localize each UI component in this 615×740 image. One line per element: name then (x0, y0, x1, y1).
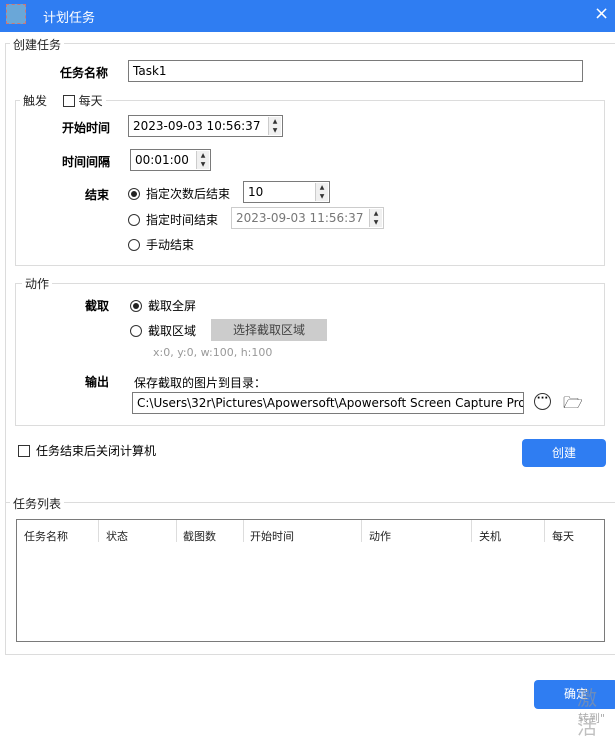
tasklist-legend: 任务列表 (10, 495, 65, 512)
end-manual-option[interactable]: 手动结束 (128, 236, 194, 253)
end-time-radio[interactable] (128, 213, 140, 226)
end-count-label: 指定次数后结束 (146, 187, 231, 201)
create-button[interactable]: 创建 (522, 439, 606, 467)
output-path-input[interactable]: C:\Users\32r\Pictures\Apowersoft\Apowers… (132, 392, 524, 414)
start-time-label: 开始时间 (62, 121, 111, 135)
interval-value: 00:01:00 (135, 153, 189, 167)
select-region-button[interactable]: 选择截取区域 (211, 319, 327, 341)
end-time-input: 2023-09-03 11:56:37 ▲ ▼ (231, 207, 384, 229)
shutdown-label: 任务结束后关闭计算机 (36, 444, 157, 458)
end-time-spinner: ▲ ▼ (369, 209, 382, 227)
capture-label: 截取 (85, 299, 110, 313)
region-radio[interactable] (130, 324, 142, 337)
close-button[interactable]: × (594, 3, 609, 24)
column-header-action[interactable]: 动作 (369, 528, 391, 544)
title-bar: 计划任务 × (0, 0, 615, 32)
end-count-spinner[interactable]: ▲ ▼ (315, 183, 328, 201)
region-option[interactable]: 截取区域 (130, 322, 196, 339)
activation-watermark-sub: 转到" (578, 712, 606, 725)
column-header-name[interactable]: 任务名称 (24, 528, 68, 544)
column-separator (471, 520, 472, 542)
fullscreen-label: 截取全屏 (148, 299, 197, 313)
end-time-label: 指定时间结束 (146, 213, 219, 227)
daily-label: 每天 (78, 94, 103, 108)
trigger-legend: 触发 每天 (20, 92, 106, 109)
interval-spinner[interactable]: ▲ ▼ (196, 151, 209, 169)
end-count-input[interactable]: 10 ▲ ▼ (243, 181, 330, 203)
column-separator (98, 520, 99, 542)
start-time-spinner[interactable]: ▲ ▼ (268, 117, 281, 135)
column-header-status[interactable]: 状态 (106, 528, 128, 544)
column-header-shutdown[interactable]: 关机 (479, 528, 501, 544)
action-legend: 动作 (22, 275, 53, 292)
end-count-radio[interactable] (128, 187, 140, 200)
interval-label: 时间间隔 (62, 155, 111, 169)
end-count-option[interactable]: 指定次数后结束 (128, 185, 230, 202)
start-time-input[interactable]: 2023-09-03 10:56:37 ▲ ▼ (128, 115, 283, 137)
app-icon (6, 4, 26, 24)
end-manual-label: 手动结束 (146, 238, 195, 252)
end-manual-radio[interactable] (128, 238, 140, 251)
more-options-icon[interactable]: ··· (534, 393, 551, 410)
trigger-label: 触发 (23, 94, 48, 108)
column-separator (361, 520, 362, 542)
column-separator (544, 520, 545, 542)
output-label: 输出 (85, 375, 110, 389)
shutdown-checkbox[interactable] (18, 444, 30, 457)
fullscreen-option[interactable]: 截取全屏 (130, 297, 196, 314)
end-count-value: 10 (248, 185, 264, 199)
daily-checkbox[interactable] (62, 94, 75, 107)
output-desc: 保存截取的图片到目录： (134, 376, 267, 390)
column-header-start[interactable]: 开始时间 (250, 528, 294, 544)
end-label: 结束 (85, 188, 110, 202)
folder-open-icon[interactable]: 🗁 (563, 392, 583, 419)
column-separator (176, 520, 177, 542)
interval-input[interactable]: 00:01:00 ▲ ▼ (130, 149, 211, 171)
window-title: 计划任务 (43, 11, 96, 26)
column-header-count[interactable]: 截图数 (183, 528, 216, 544)
region-label: 截取区域 (148, 324, 197, 338)
column-separator (243, 520, 244, 542)
task-name-label: 任务名称 (60, 66, 109, 80)
fullscreen-radio[interactable] (130, 299, 142, 312)
region-info: x:0, y:0, w:100, h:100 (153, 346, 273, 359)
column-header-daily[interactable]: 每天 (552, 528, 574, 544)
create-task-legend: 创建任务 (10, 36, 65, 53)
end-time-option[interactable]: 指定时间结束 (128, 211, 218, 228)
start-time-value: 2023-09-03 10:56:37 (133, 119, 261, 133)
task-name-input[interactable]: Task1 (128, 60, 583, 82)
shutdown-option[interactable]: 任务结束后关闭计算机 (18, 442, 156, 459)
tasklist-divider (5, 502, 615, 503)
end-time-value: 2023-09-03 11:56:37 (236, 211, 364, 225)
task-list-table[interactable] (16, 519, 605, 642)
